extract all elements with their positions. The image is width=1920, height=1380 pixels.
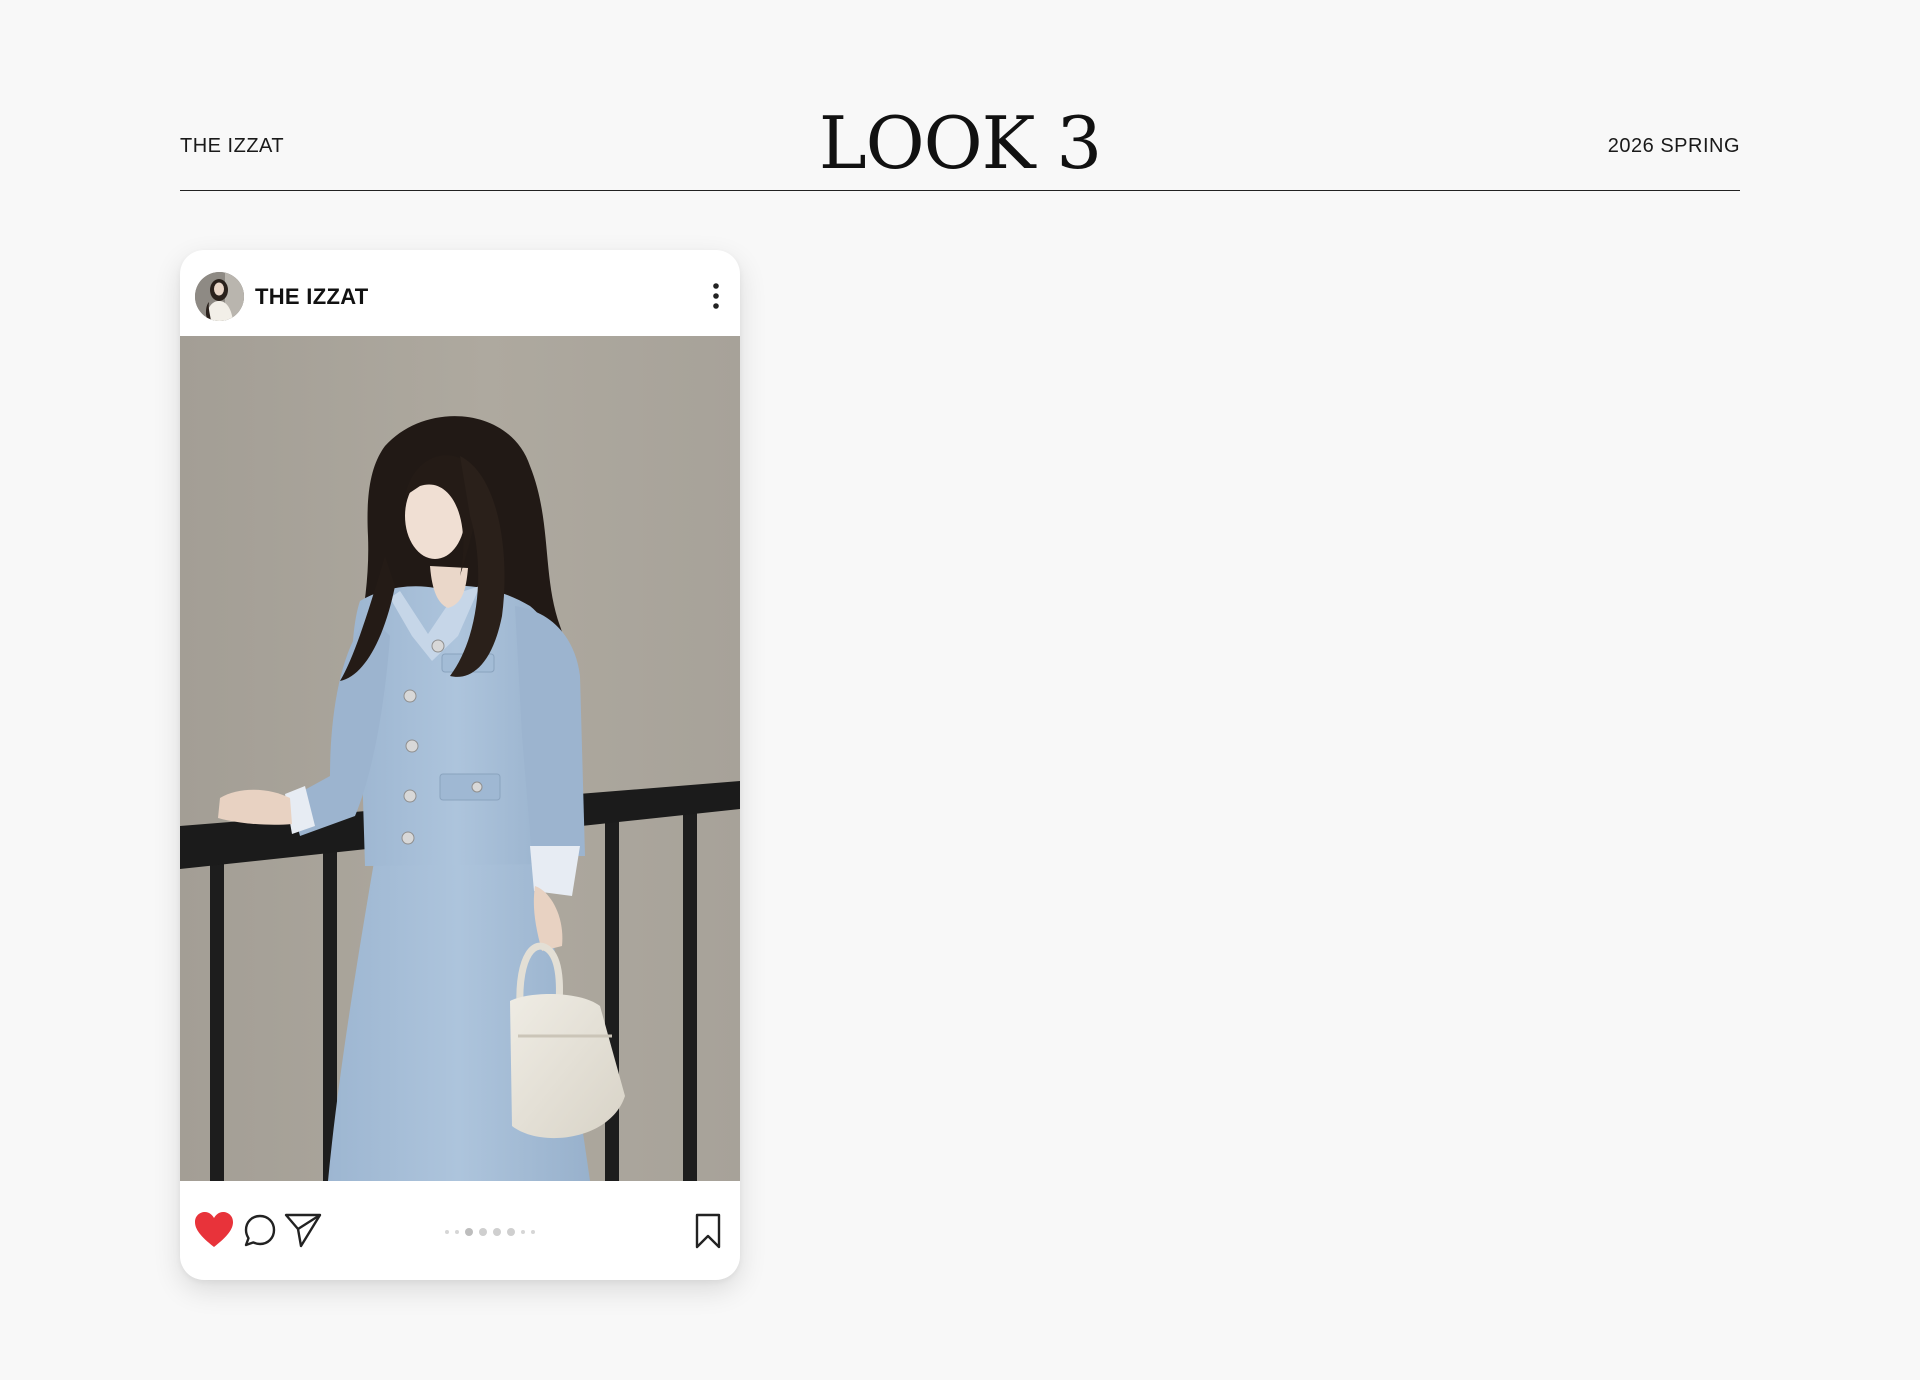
heart-icon[interactable] <box>194 1211 234 1249</box>
instagram-post-card: THE IZZAT <box>180 250 740 1280</box>
post-photo[interactable] <box>180 336 740 1181</box>
carousel-dot[interactable] <box>445 1230 449 1234</box>
page-title: LOOK 3 <box>818 101 1102 185</box>
comment-icon[interactable] <box>243 1213 277 1249</box>
page-header: THE IZZAT LOOK 3 2026 SPRING <box>180 95 1740 191</box>
post-header: THE IZZAT <box>180 250 740 336</box>
post-username[interactable]: THE IZZAT <box>255 284 369 310</box>
carousel-dot[interactable] <box>493 1228 501 1236</box>
carousel-indicator <box>445 1227 535 1237</box>
carousel-dot[interactable] <box>479 1228 487 1236</box>
share-icon[interactable] <box>284 1212 322 1248</box>
season-label: 2026 SPRING <box>1607 135 1740 157</box>
more-vertical-icon[interactable] <box>706 280 726 312</box>
carousel-dot-active[interactable] <box>465 1228 473 1236</box>
carousel-dot[interactable] <box>521 1230 525 1234</box>
carousel-dot[interactable] <box>531 1230 535 1234</box>
carousel-dot[interactable] <box>507 1228 515 1236</box>
carousel-dot[interactable] <box>455 1230 459 1234</box>
post-actions-bar <box>180 1181 740 1280</box>
bookmark-icon[interactable] <box>694 1213 722 1249</box>
avatar[interactable] <box>195 272 244 321</box>
